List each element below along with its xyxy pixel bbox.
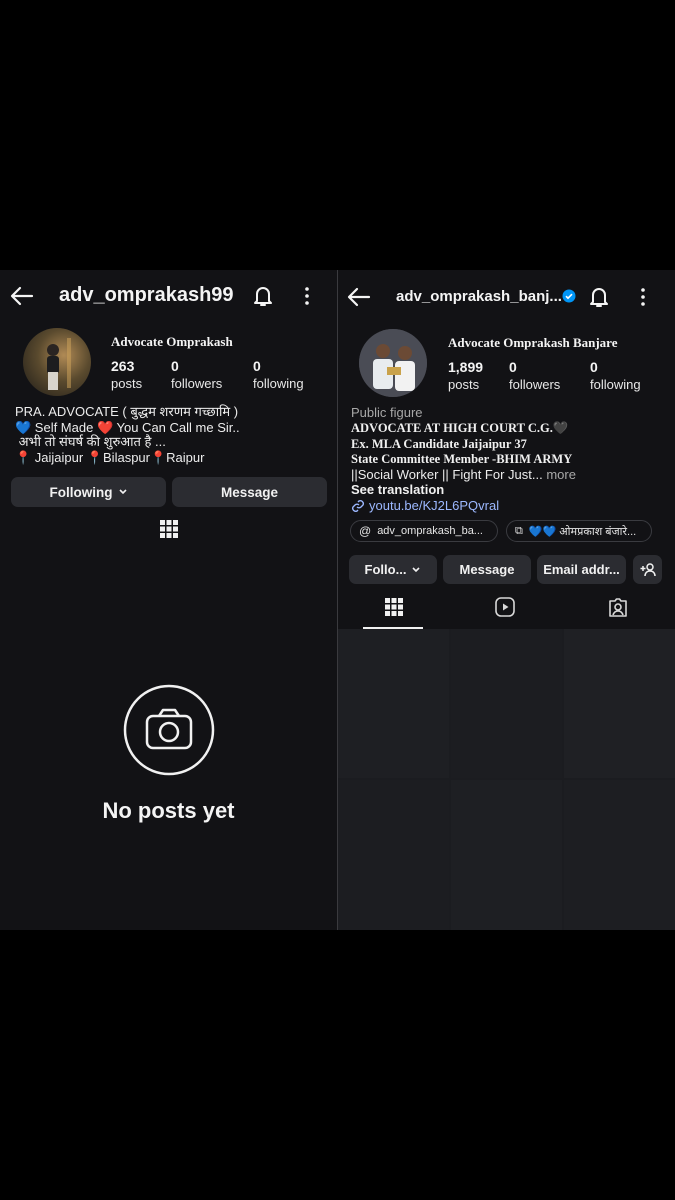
post-thumbnail[interactable] <box>564 780 675 930</box>
post-thumbnail[interactable] <box>338 780 449 930</box>
bio-line: 📍 Jaijaipur 📍Bilaspur📍Raipur <box>15 450 205 465</box>
stat-label: followers <box>171 376 223 391</box>
stat-posts[interactable]: 263 posts <box>111 358 142 391</box>
bio-line: ||Social Worker || Fight For Just... mor… <box>351 467 576 482</box>
post-thumbnail[interactable] <box>451 780 562 930</box>
display-name: Advocate Omprakash <box>111 334 233 349</box>
post-thumbnail[interactable] <box>338 629 449 778</box>
add-user-button[interactable] <box>633 555 662 584</box>
message-button[interactable]: Message <box>172 477 327 507</box>
avatar[interactable] <box>359 329 427 397</box>
message-label: Message <box>459 562 515 577</box>
post-thumbnail[interactable] <box>564 629 675 778</box>
stat-posts[interactable]: 1,899 posts <box>448 359 483 392</box>
camera-icon <box>123 684 215 776</box>
link-icon <box>352 499 364 512</box>
back-arrow-icon[interactable] <box>10 286 34 306</box>
grid-icon[interactable] <box>160 520 178 538</box>
bio-line: Ex. MLA Candidate Jaijaipur 37 <box>351 437 527 451</box>
email-button[interactable]: Email addr... <box>537 555 626 584</box>
post-thumbnail[interactable] <box>451 629 562 778</box>
stat-followers[interactable]: 0 followers <box>171 358 222 391</box>
bell-icon[interactable] <box>252 284 274 308</box>
no-posts-text: No posts yet <box>102 798 235 823</box>
avatar[interactable] <box>23 328 91 396</box>
add-user-icon <box>640 562 656 576</box>
right-profile-screen: adv_omprakash_banj... Advocate Omprakash… <box>338 270 675 930</box>
threads-chip[interactable]: @ adv_omprakash_ba... <box>350 520 498 542</box>
threads-icon: @ <box>359 524 372 538</box>
stat-following[interactable]: 0 following <box>590 359 641 392</box>
facebook-icon: ⧉ <box>515 524 523 537</box>
profile-username: adv_omprakash_banj... <box>396 288 562 305</box>
verified-badge-icon <box>562 289 576 303</box>
stat-value: 1,899 <box>448 359 484 375</box>
bio-line: PRA. ADVOCATE ( बुद्धम शरणम गच्छामि ) <box>15 404 239 419</box>
follow-label: Follo... <box>364 562 407 577</box>
chevron-down-icon <box>412 566 421 572</box>
more-link[interactable]: more <box>546 467 576 482</box>
person-photo <box>47 338 71 390</box>
bio-link[interactable]: youtu.be/KJ2L6PQvral <box>351 498 499 513</box>
tab-grid-icon[interactable] <box>385 598 403 616</box>
bell-icon[interactable] <box>588 285 610 309</box>
link-text: youtu.be/KJ2L6PQvral <box>369 498 500 513</box>
bio-truncated-text: ||Social Worker || Fight For Just... <box>351 467 543 482</box>
following-button[interactable]: Following <box>11 477 166 507</box>
bio-line: अभी तो संघर्ष की शुरुआत है ... <box>15 434 166 449</box>
left-profile-screen: adv_omprakash99 Advocate Omprakash 263 p… <box>0 270 337 930</box>
more-options-icon[interactable] <box>640 287 646 307</box>
threads-chip-label: adv_omprakash_ba... <box>377 525 483 537</box>
see-translation-link[interactable]: See translation <box>351 482 444 497</box>
bio-line: 💙 Self Made ❤️ You Can Call me Sir.. <box>15 420 240 435</box>
profile-username: adv_omprakash99 <box>59 284 234 306</box>
message-button[interactable]: Message <box>443 555 531 584</box>
stat-value: 0 <box>253 358 261 374</box>
chevron-down-icon <box>118 489 127 495</box>
stat-value: 0 <box>509 359 517 375</box>
stat-label: following <box>253 376 304 391</box>
tab-reels-icon[interactable] <box>495 597 515 617</box>
stat-followers[interactable]: 0 followers <box>509 359 560 392</box>
stat-label: followers <box>509 377 561 392</box>
display-name: Advocate Omprakash Banjare <box>448 335 618 350</box>
stat-following[interactable]: 0 following <box>253 358 304 391</box>
stat-label: posts <box>448 377 480 392</box>
category-label: Public figure <box>351 405 423 420</box>
following-label: Following <box>49 484 113 500</box>
person-photo <box>359 329 427 397</box>
posts-grid <box>338 629 675 930</box>
stat-value: 0 <box>590 359 598 375</box>
follow-button[interactable]: Follo... <box>349 555 437 584</box>
bio-line: State Committee Member -BHIM ARMY <box>351 452 573 466</box>
message-label: Message <box>220 484 279 500</box>
more-options-icon[interactable] <box>304 286 310 306</box>
facebook-chip[interactable]: ⧉ 💙💙 ओमप्रकाश बंजारे... <box>506 520 652 542</box>
back-arrow-icon[interactable] <box>347 287 371 307</box>
facebook-chip-label: 💙💙 ओमप्रकाश बंजारे... <box>528 525 637 538</box>
stat-value: 263 <box>111 358 135 374</box>
stat-label: following <box>590 377 641 392</box>
tab-tagged-icon[interactable] <box>608 597 628 617</box>
stat-value: 0 <box>171 358 179 374</box>
email-label: Email addr... <box>543 562 620 577</box>
stat-label: posts <box>111 376 143 391</box>
bio-line: ADVOCATE AT HIGH COURT C.G.🖤 <box>351 421 569 435</box>
